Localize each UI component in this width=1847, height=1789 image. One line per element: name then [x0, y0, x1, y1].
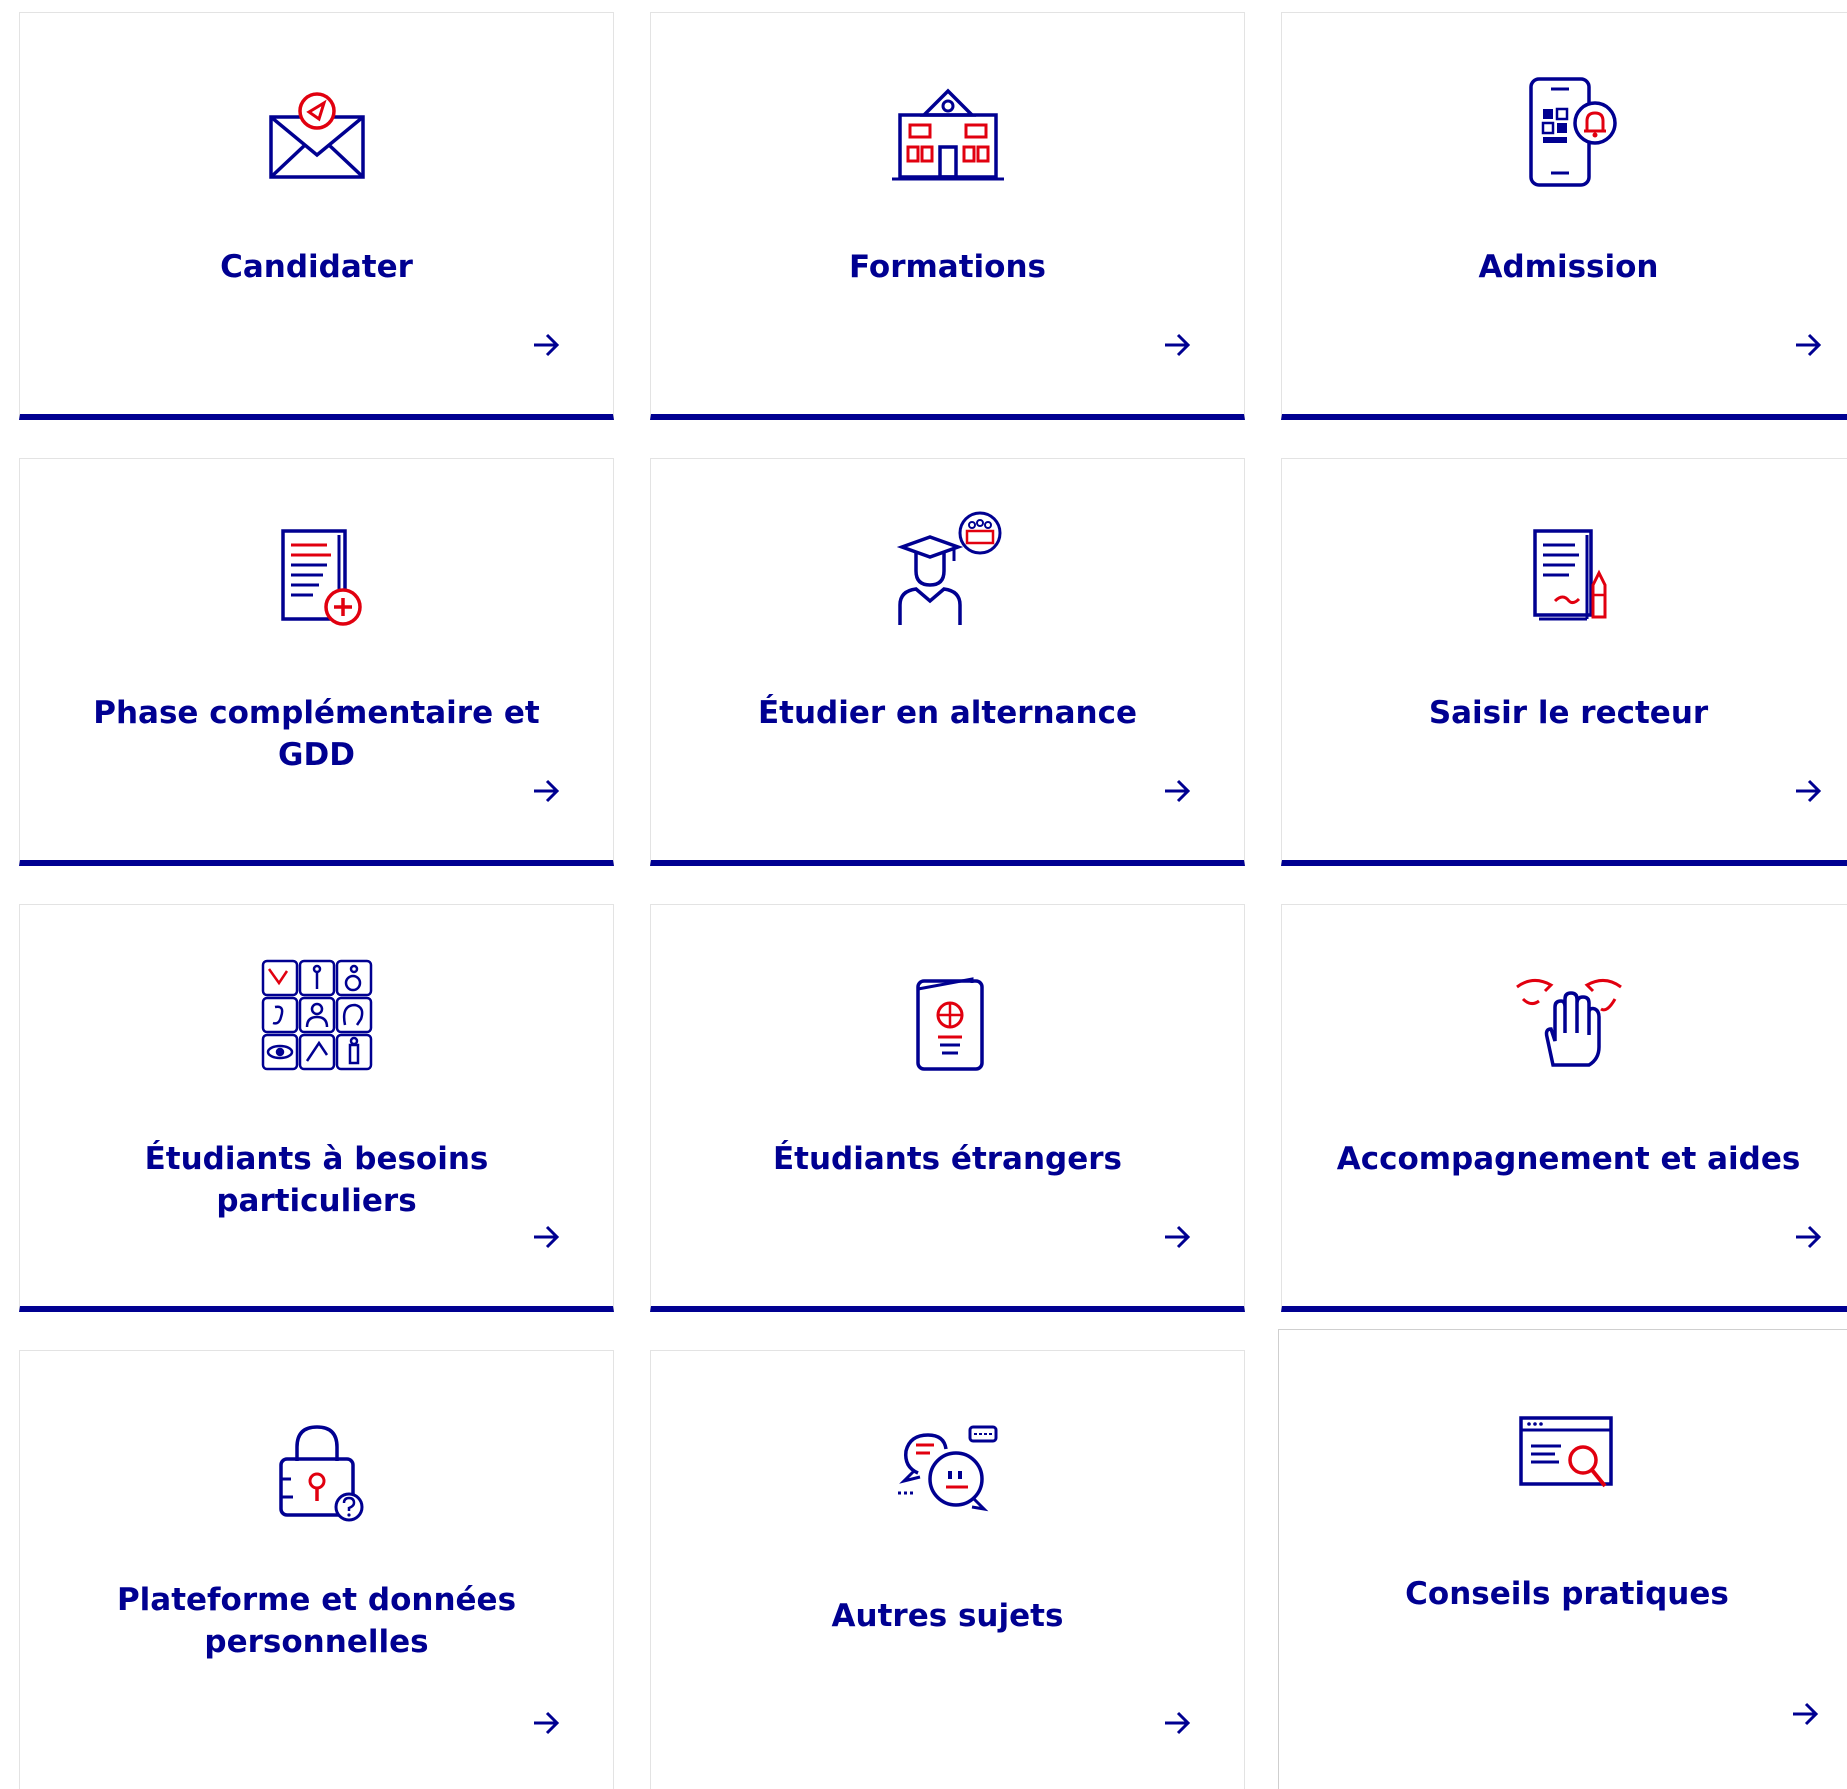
tile-title: Formations	[849, 249, 1046, 285]
tile-title: Conseils pratiques	[1405, 1576, 1729, 1612]
tile-title: Admission	[1478, 249, 1659, 285]
school-building-icon	[891, 88, 1004, 181]
tile-etudier-en-alternance[interactable]: Étudier en alternance	[650, 458, 1245, 866]
graduate-icon	[896, 511, 1001, 625]
tile-accompagnement-et-aides[interactable]: Accompagnement et aides	[1281, 904, 1847, 1312]
arrow-right-icon	[534, 1711, 560, 1735]
tile-title: Accompagnement et aides	[1336, 1141, 1801, 1177]
tile-plateforme-et-donnees[interactable]: Plateforme et données personnelles	[19, 1350, 614, 1789]
browser-search-icon	[1519, 1416, 1613, 1488]
tile-autres-sujets[interactable]: Autres sujets	[650, 1350, 1245, 1789]
padlock-icon	[278, 1425, 363, 1522]
tile-phase-complementaire[interactable]: Phase complémentaire et GDD	[19, 458, 614, 866]
passport-icon	[915, 977, 984, 1071]
arrow-right-icon	[1796, 333, 1822, 357]
arrow-right-icon	[1165, 333, 1191, 357]
tile-title: Saisir le recteur	[1428, 695, 1709, 731]
arrow-right-icon	[534, 779, 560, 803]
tile-title: Phase complémentaire et GDD	[93, 695, 540, 773]
arrow-right-icon	[534, 333, 560, 357]
tile-title: Étudier en alternance	[757, 695, 1137, 731]
document-pen-icon	[1532, 529, 1606, 621]
tile-formations[interactable]: Formations	[650, 12, 1245, 420]
arrow-right-icon	[1165, 779, 1191, 803]
document-add-icon	[280, 529, 362, 626]
tile-besoins-particuliers[interactable]: Étudiants à besoins particuliers	[19, 904, 614, 1312]
arrow-right-icon	[1793, 1702, 1819, 1726]
tile-conseils-pratiques[interactable]: Conseils pratiques	[1278, 1329, 1847, 1789]
arrow-right-icon	[1796, 779, 1822, 803]
helping-hands-icon	[1515, 979, 1622, 1067]
tile-etudiants-etrangers[interactable]: Étudiants étrangers	[650, 904, 1245, 1312]
tile-title: Plateforme et données personnelles	[116, 1582, 517, 1660]
tile-title: Candidater	[220, 249, 413, 285]
tile-saisir-le-recteur[interactable]: Saisir le recteur	[1281, 458, 1847, 866]
arrow-right-icon	[1165, 1225, 1191, 1249]
accessibility-grid-icon	[261, 959, 372, 1071]
envelope-icon	[268, 92, 365, 179]
arrow-right-icon	[1165, 1711, 1191, 1735]
tile-title: Autres sujets	[831, 1598, 1064, 1634]
tile-admission[interactable]: Admission	[1281, 12, 1847, 420]
tile-title: Étudiants étrangers	[772, 1141, 1122, 1177]
chat-bubbles-icon	[897, 1425, 997, 1512]
tile-title: Étudiants à besoins particuliers	[144, 1141, 489, 1219]
tile-candidater[interactable]: Candidater	[19, 12, 614, 420]
phone-notification-icon	[1528, 77, 1617, 187]
arrow-right-icon	[1796, 1225, 1822, 1249]
arrow-right-icon	[534, 1225, 560, 1249]
